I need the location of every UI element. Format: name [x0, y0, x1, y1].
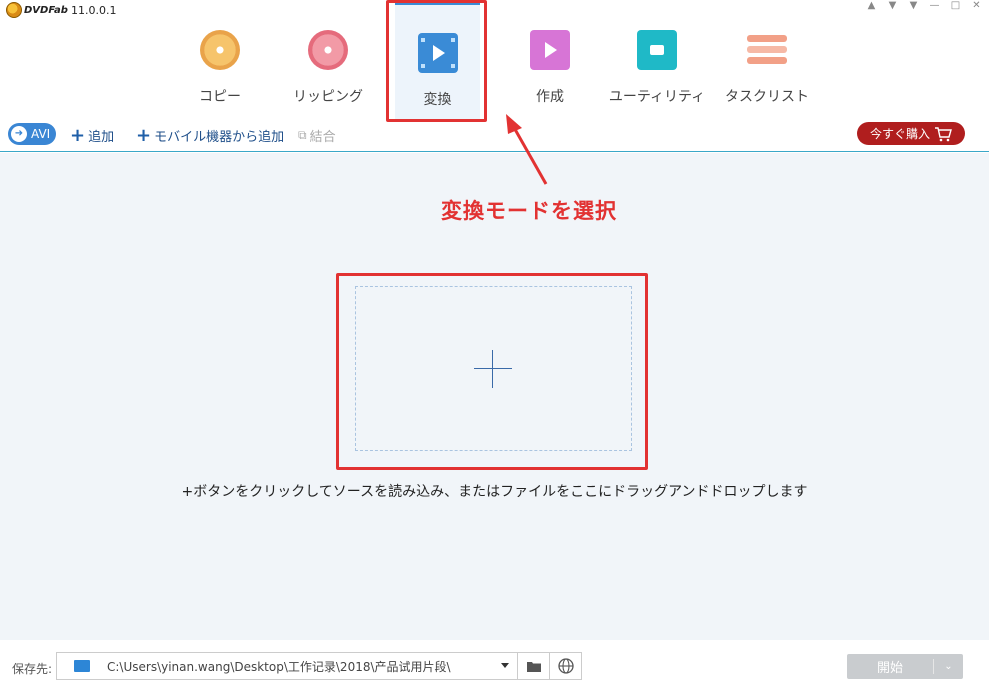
- drop-zone-highlight-box: [336, 273, 648, 470]
- mode-tabs: コピー リッピング 変換 作成 ユーティリティ タスクリスト: [0, 0, 989, 120]
- annotation-text: 変換モードを選択: [441, 199, 617, 223]
- save-to-label: 保存先:: [12, 662, 53, 676]
- browse-folder-button[interactable]: [517, 652, 550, 680]
- format-button[interactable]: ➜ AVI: [8, 123, 56, 145]
- start-label: 開始: [876, 661, 903, 676]
- plus-icon: +: [136, 124, 152, 146]
- merge-label: 結合: [309, 130, 336, 145]
- ripper-disc-icon: [308, 30, 348, 70]
- chevron-down-icon[interactable]: [501, 663, 509, 668]
- cart-icon: [935, 126, 952, 141]
- utility-folder-icon: [637, 30, 677, 70]
- tab-utility[interactable]: ユーティリティ: [608, 2, 706, 120]
- chevron-down-icon[interactable]: ⌄: [934, 661, 963, 672]
- output-path: C:\Users\yinan.wang\Desktop\工作记录\2018\产品…: [107, 659, 451, 674]
- tab-creator[interactable]: 作成: [510, 2, 590, 120]
- plus-icon: +: [70, 124, 86, 146]
- tab-task-list[interactable]: タスクリスト: [724, 2, 810, 120]
- tab-highlight-box: [386, 0, 487, 122]
- drop-zone-hint: +ボタンをクリックしてソースを読み込み、またはファイルをここにドラッグアンドドロ…: [181, 484, 808, 500]
- tab-label: ユーティリティ: [608, 89, 706, 105]
- tab-label: コピー: [199, 89, 241, 105]
- tab-ripper[interactable]: リッピング: [288, 2, 368, 120]
- folder-icon: [74, 660, 90, 672]
- tab-label: タスクリスト: [725, 89, 809, 105]
- toolbar: ➜ AVI + 追加 + モバイル機器から追加 ⧉ 結合 今すぐ購入: [0, 122, 989, 152]
- globe-icon: [557, 658, 574, 674]
- merge-button[interactable]: ⧉ 結合: [298, 126, 336, 145]
- tab-label: リッピング: [293, 89, 363, 105]
- bottom-bar: 保存先: C:\Users\yinan.wang\Desktop\工作记录\20…: [0, 640, 989, 684]
- output-path-select[interactable]: C:\Users\yinan.wang\Desktop\工作记录\2018\产品…: [56, 652, 518, 680]
- copy-disc-icon: [200, 30, 240, 70]
- web-button[interactable]: [549, 652, 582, 680]
- buy-now-button[interactable]: 今すぐ購入: [857, 122, 965, 145]
- add-label: 追加: [88, 130, 115, 145]
- tab-label: 作成: [536, 89, 564, 105]
- format-label: AVI: [31, 127, 51, 141]
- add-button[interactable]: + 追加: [70, 126, 114, 145]
- start-button[interactable]: 開始 ⌄: [847, 654, 963, 679]
- merge-icon: ⧉: [298, 128, 307, 142]
- add-mobile-button[interactable]: + モバイル機器から追加: [136, 126, 284, 145]
- tab-copy[interactable]: コピー: [180, 2, 260, 120]
- arrow-right-icon: ➜: [11, 126, 27, 142]
- add-mobile-label: モバイル機器から追加: [154, 130, 285, 145]
- open-folder-icon: [526, 661, 541, 672]
- creator-film-icon: [530, 30, 570, 70]
- buy-label: 今すぐ購入: [869, 127, 930, 141]
- annotation-arrow: [506, 114, 548, 185]
- task-list-icon: [747, 30, 787, 70]
